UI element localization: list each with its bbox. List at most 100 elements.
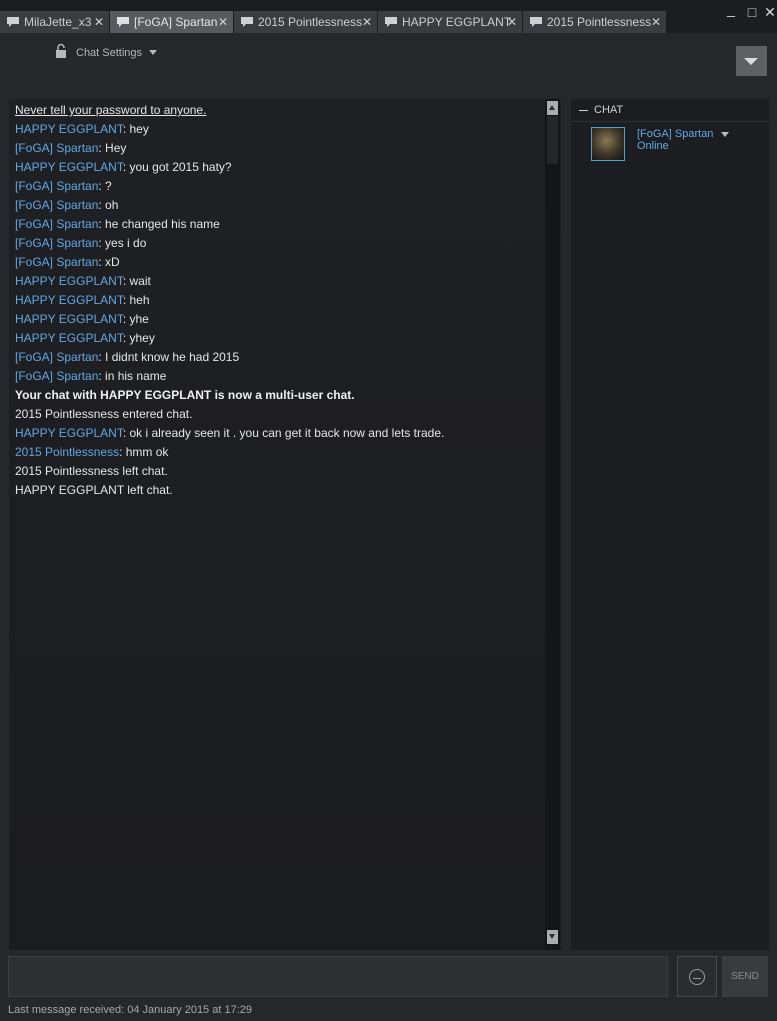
message-text: : you got 2015 haty? — [122, 160, 232, 174]
chat-message: HAPPY EGGPLANT: yhe — [15, 310, 444, 329]
message-sender[interactable]: HAPPY EGGPLANT — [15, 293, 123, 307]
message-text: : yhe — [122, 312, 149, 326]
message-sender[interactable]: [FoGA] Spartan — [15, 236, 98, 250]
chat-bubble-icon — [7, 17, 19, 27]
chat-message: HAPPY EGGPLANT: wait — [15, 272, 444, 291]
member-item[interactable]: [FoGA] Spartan Online — [591, 127, 761, 165]
chevron-down-icon — [149, 50, 157, 55]
chat-message: [FoGA] Spartan: ? — [15, 177, 444, 196]
chat-message: HAPPY EGGPLANT: yhey — [15, 329, 444, 348]
tab-2015-pointlessness[interactable]: 2015 Pointlessness ✕ — [234, 11, 377, 33]
message-sender[interactable]: [FoGA] Spartan — [15, 255, 98, 269]
message-text: : oh — [98, 198, 119, 212]
emoticon-button[interactable] — [677, 956, 717, 997]
message-sender[interactable]: 2015 Pointlessness — [15, 445, 119, 459]
avatar[interactable] — [591, 127, 625, 161]
notice-text: Never tell your password to anyone. — [15, 103, 207, 117]
scroll-up-button[interactable] — [547, 101, 558, 115]
chat-message: HAPPY EGGPLANT: hey — [15, 120, 444, 139]
dropdown-menu-icon — [744, 58, 758, 65]
message-sender[interactable]: [FoGA] Spartan — [15, 350, 98, 364]
tab-2015-pointlessness-2[interactable]: 2015 Pointlessness ✕ — [523, 11, 666, 33]
maximize-button[interactable]: □ — [743, 4, 761, 20]
message-sender[interactable]: [FoGA] Spartan — [15, 179, 98, 193]
message-text: : xD — [98, 255, 120, 269]
message-sender[interactable]: [FoGA] Spartan — [15, 198, 98, 212]
send-button[interactable]: SEND — [722, 956, 768, 997]
chat-message: [FoGA] Spartan: oh — [15, 196, 444, 215]
scrollbar-thumb[interactable] — [547, 116, 558, 164]
message-text: : in his name — [98, 369, 167, 383]
message-text: : yes i do — [98, 236, 147, 250]
system-text: 2015 Pointlessness left chat. — [15, 464, 168, 478]
message-text: : he changed his name — [98, 217, 220, 231]
tab-milajette[interactable]: MilaJette_x3 ✕ — [0, 11, 109, 33]
tab-label: 2015 Pointlessness — [547, 15, 652, 29]
message-sender[interactable]: HAPPY EGGPLANT — [15, 122, 123, 136]
chat-bubble-icon — [530, 17, 542, 27]
member-list-panel: CHAT [FoGA] Spartan Online — [571, 99, 769, 950]
chat-bubble-icon — [117, 17, 129, 27]
lock-icon — [56, 43, 66, 58]
chat-log: Never tell your password to anyone. HAPP… — [9, 99, 561, 950]
message-text: : ? — [98, 179, 112, 193]
message-sender[interactable]: HAPPY EGGPLANT — [15, 274, 123, 288]
system-message: 2015 Pointlessness entered chat. — [15, 405, 444, 424]
chat-message: [FoGA] Spartan: in his name — [15, 367, 444, 386]
tab-label: 2015 Pointlessness — [258, 15, 363, 29]
member-name: [FoGA] Spartan — [637, 128, 714, 140]
message-text: : Hey — [98, 141, 127, 155]
minimize-button[interactable]: _ — [722, 1, 740, 17]
member-list-title: CHAT — [594, 104, 624, 116]
message-text: : ok i already seen it . you can get it … — [122, 426, 445, 440]
close-icon[interactable]: ✕ — [218, 11, 228, 33]
member-status: Online — [637, 140, 669, 152]
menu-dropdown-button[interactable] — [736, 46, 767, 76]
message-text: : I didnt know he had 2015 — [98, 350, 240, 364]
message-text: : yhey — [122, 331, 155, 345]
chat-settings-label: Chat Settings — [76, 47, 143, 59]
tab-bar: MilaJette_x3 ✕ [FoGA] Spartan ✕ 2015 Poi… — [0, 0, 777, 33]
chat-message: 2015 Pointlessness: hmm ok — [15, 443, 444, 462]
message-input[interactable] — [8, 956, 668, 997]
tab-label: MilaJette_x3 — [24, 15, 92, 29]
chat-message: HAPPY EGGPLANT: you got 2015 haty? — [15, 158, 444, 177]
message-sender[interactable]: [FoGA] Spartan — [15, 369, 98, 383]
message-sender[interactable]: HAPPY EGGPLANT — [15, 312, 123, 326]
tab-foga-spartan[interactable]: [FoGA] Spartan ✕ — [110, 11, 233, 33]
emoticon-icon — [689, 969, 705, 985]
chat-message: HAPPY EGGPLANT: ok i already seen it . y… — [15, 424, 444, 443]
chat-message: [FoGA] Spartan: Hey — [15, 139, 444, 158]
close-window-button[interactable]: ✕ — [761, 4, 777, 21]
message-sender[interactable]: [FoGA] Spartan — [15, 141, 98, 155]
scroll-down-button[interactable] — [547, 930, 558, 944]
chat-message: HAPPY EGGPLANT: heh — [15, 291, 444, 310]
close-icon[interactable]: ✕ — [651, 11, 661, 33]
message-text: : hmm ok — [119, 445, 169, 459]
close-icon[interactable]: ✕ — [94, 11, 104, 33]
tab-happy-eggplant[interactable]: HAPPY EGGPLANT ✕ — [378, 11, 522, 33]
divider — [571, 121, 769, 122]
system-message: Your chat with HAPPY EGGPLANT is now a m… — [15, 386, 444, 405]
collapse-icon — [579, 109, 588, 111]
message-text: : wait — [122, 274, 151, 288]
message-sender[interactable]: HAPPY EGGPLANT — [15, 331, 123, 345]
chat-bubble-icon — [241, 17, 253, 27]
close-icon[interactable]: ✕ — [362, 11, 372, 33]
system-message: 2015 Pointlessness left chat. — [15, 462, 444, 481]
message-sender[interactable]: [FoGA] Spartan — [15, 217, 98, 231]
message-sender[interactable]: HAPPY EGGPLANT — [15, 160, 123, 174]
chevron-down-icon[interactable] — [721, 132, 729, 137]
chat-bubble-icon — [385, 17, 397, 27]
scrollbar[interactable] — [545, 99, 560, 950]
chat-message: [FoGA] Spartan: I didnt know he had 2015 — [15, 348, 444, 367]
close-icon[interactable]: ✕ — [507, 11, 517, 33]
message-sender[interactable]: HAPPY EGGPLANT — [15, 426, 123, 440]
chat-message: [FoGA] Spartan: xD — [15, 253, 444, 272]
tab-label: [FoGA] Spartan — [134, 15, 218, 29]
system-text: Your chat with HAPPY EGGPLANT is now a m… — [15, 388, 355, 402]
password-notice: Never tell your password to anyone. — [15, 101, 444, 120]
chat-message: [FoGA] Spartan: he changed his name — [15, 215, 444, 234]
tab-label: HAPPY EGGPLANT — [402, 15, 512, 29]
member-list-header[interactable]: CHAT — [579, 104, 623, 116]
